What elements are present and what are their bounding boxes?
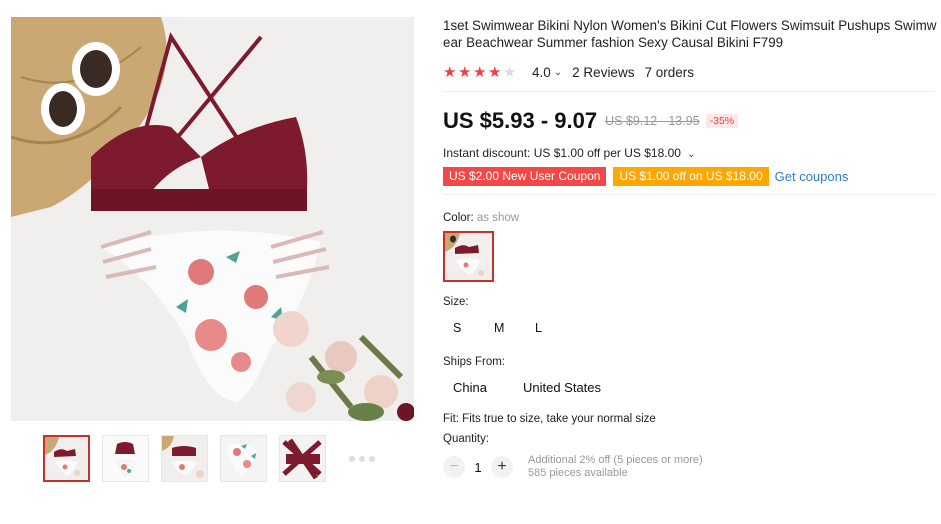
divider xyxy=(443,91,935,92)
quantity-label: Quantity: xyxy=(443,433,490,445)
instant-discount[interactable]: Instant discount: US $1.00 off per US $1… xyxy=(443,146,937,162)
size-option-m[interactable]: M xyxy=(484,316,525,340)
plus-icon[interactable]: + xyxy=(491,456,513,478)
product-title: 1set Swimwear Bikini Nylon Women's Bikin… xyxy=(443,18,937,50)
reviews-link[interactable]: 2 Reviews xyxy=(572,65,634,80)
ships-from-label: Ships From: xyxy=(443,356,505,368)
rating-row: ★ ★ ★ ★ ★ 4.0 ⌄ 2 Reviews 7 orders xyxy=(443,61,937,83)
quantity-stepper: − + Additional 2% off (5 pieces or more)… xyxy=(443,454,937,480)
instant-discount-text: Instant discount: US $1.00 off per US $1… xyxy=(443,146,681,160)
get-coupons-link[interactable]: Get coupons xyxy=(775,169,849,184)
quantity-input[interactable] xyxy=(465,459,491,475)
thumbnail-1[interactable] xyxy=(43,435,90,482)
chevron-down-icon[interactable]: ⌄ xyxy=(687,149,695,160)
ships-from-china[interactable]: China xyxy=(443,376,497,400)
color-label: Color: as show xyxy=(443,212,520,224)
fit-info: Fit: Fits true to size, take your normal… xyxy=(443,413,656,425)
orders-count: 7 orders xyxy=(644,64,694,80)
star-icon: ★ xyxy=(443,63,456,81)
new-user-coupon[interactable]: US $2.00 New User Coupon xyxy=(443,166,607,186)
additional-discount: Additional 2% off (5 pieces or more) xyxy=(528,454,703,466)
coupon-row: US $2.00 New User Coupon US $1.00 off on… xyxy=(443,166,937,186)
thumbnail-5[interactable] xyxy=(279,435,326,482)
store-coupon[interactable]: US $1.00 off on US $18.00 xyxy=(613,166,769,186)
ships-from-options: China United States xyxy=(443,376,937,400)
rating-value[interactable]: 4.0 xyxy=(532,65,551,80)
pieces-available: 585 pieces available xyxy=(528,467,628,479)
color-swatch-as-show[interactable] xyxy=(443,231,494,282)
color-value: as show xyxy=(476,212,520,224)
chevron-down-icon[interactable]: ⌄ xyxy=(554,67,562,78)
size-label: Size: xyxy=(443,296,469,308)
price-row: US $5.93 - 9.07 US $9.12 - 13.95 -35% xyxy=(443,106,937,136)
size-option-s[interactable]: S xyxy=(443,316,484,340)
minus-icon[interactable]: − xyxy=(443,456,465,478)
thumbnail-strip xyxy=(43,435,385,482)
thumbnail-2[interactable] xyxy=(102,435,149,482)
discount-badge: -35% xyxy=(705,114,739,128)
quantity-info: Additional 2% off (5 pieces or more) 585… xyxy=(528,454,703,480)
size-option-l[interactable]: L xyxy=(525,316,566,340)
star-icon: ★ xyxy=(458,63,471,81)
ships-from-united-states[interactable]: United States xyxy=(513,376,611,400)
star-icon: ★ xyxy=(488,63,501,81)
original-price: US $9.12 - 13.95 xyxy=(605,114,700,128)
star-rating: ★ ★ ★ ★ ★ xyxy=(443,65,518,80)
star-icon: ★ xyxy=(473,63,486,81)
main-product-image[interactable] xyxy=(11,17,414,421)
thumbnail-3[interactable] xyxy=(161,435,208,482)
product-info: 1set Swimwear Bikini Nylon Women's Bikin… xyxy=(443,17,937,480)
star-icon: ★ xyxy=(503,63,516,81)
current-price: US $5.93 - 9.07 xyxy=(443,108,598,133)
size-options: S M L xyxy=(443,316,937,340)
thumbnail-more[interactable] xyxy=(338,435,385,482)
divider xyxy=(443,194,935,195)
thumbnail-4[interactable] xyxy=(220,435,267,482)
